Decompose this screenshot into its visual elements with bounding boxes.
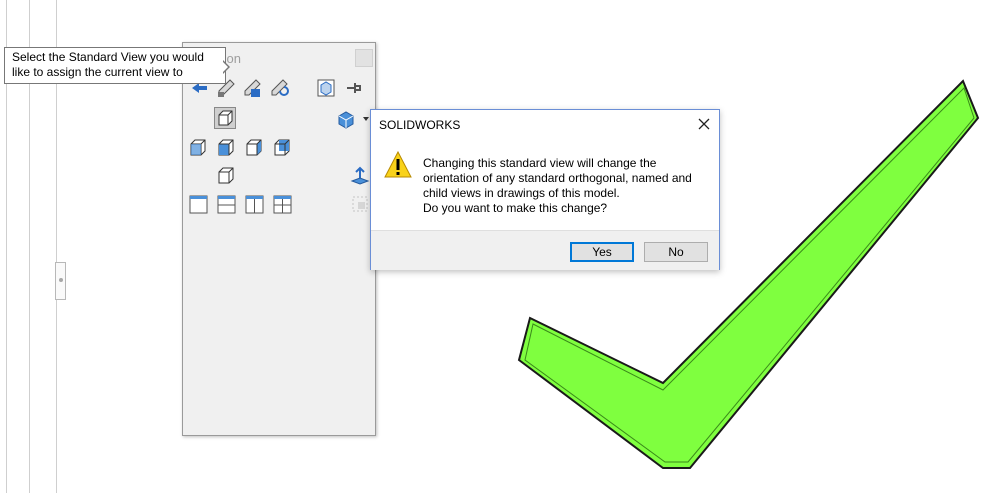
panel-close-button[interactable]	[355, 49, 373, 67]
no-button[interactable]: No	[644, 242, 708, 262]
dialog-message-line: orientation of any standard orthogonal, …	[423, 171, 692, 185]
single-viewport-icon[interactable]	[187, 193, 209, 215]
dialog-message-line: Changing this standard view will change …	[423, 156, 657, 170]
dialog-title: SOLIDWORKS	[379, 118, 461, 132]
two-view-vertical-icon[interactable]	[243, 193, 265, 215]
tooltip: Select the Standard View you would like …	[4, 47, 226, 84]
handle-dot-icon	[59, 278, 63, 282]
update-standard-views-icon[interactable]	[241, 77, 263, 99]
left-view-icon[interactable]	[187, 137, 209, 159]
view-selector-dropdown-icon[interactable]	[363, 117, 369, 121]
new-view-icon[interactable]	[315, 77, 337, 99]
dialog-footer: Yes No	[371, 230, 719, 270]
top-view-icon	[218, 110, 233, 126]
warning-icon	[384, 150, 412, 178]
bottom-view-icon[interactable]	[215, 165, 237, 187]
top-view-button[interactable]	[214, 107, 236, 129]
pin-icon[interactable]	[343, 77, 365, 99]
four-view-icon[interactable]	[271, 193, 293, 215]
right-view-icon[interactable]	[243, 137, 265, 159]
two-view-horizontal-icon[interactable]	[215, 193, 237, 215]
view-selector-icon[interactable]	[335, 109, 357, 131]
normal-to-icon[interactable]	[349, 165, 371, 187]
view-selector-disabled-icon	[352, 196, 368, 212]
tooltip-line-1: Select the Standard View you would	[12, 50, 204, 64]
dialog-message-line: child views in drawings of this model.	[423, 186, 620, 200]
confirm-dialog: SOLIDWORKS Changing this standard view w…	[370, 109, 720, 270]
orientation-panel: tion	[182, 42, 376, 436]
tooltip-line-2: like to assign the current view to	[12, 65, 183, 79]
dialog-close-icon[interactable]	[692, 113, 716, 135]
tooltip-pointer-fill	[222, 61, 228, 73]
front-view-icon[interactable]	[215, 137, 237, 159]
reset-standard-views-icon[interactable]	[268, 77, 290, 99]
back-view-icon[interactable]	[271, 137, 293, 159]
yes-button[interactable]: Yes	[570, 242, 634, 262]
dialog-message: Changing this standard view will change …	[423, 156, 713, 216]
dialog-message-line: Do you want to make this change?	[423, 201, 608, 215]
panel-collapse-handle[interactable]	[55, 262, 66, 300]
